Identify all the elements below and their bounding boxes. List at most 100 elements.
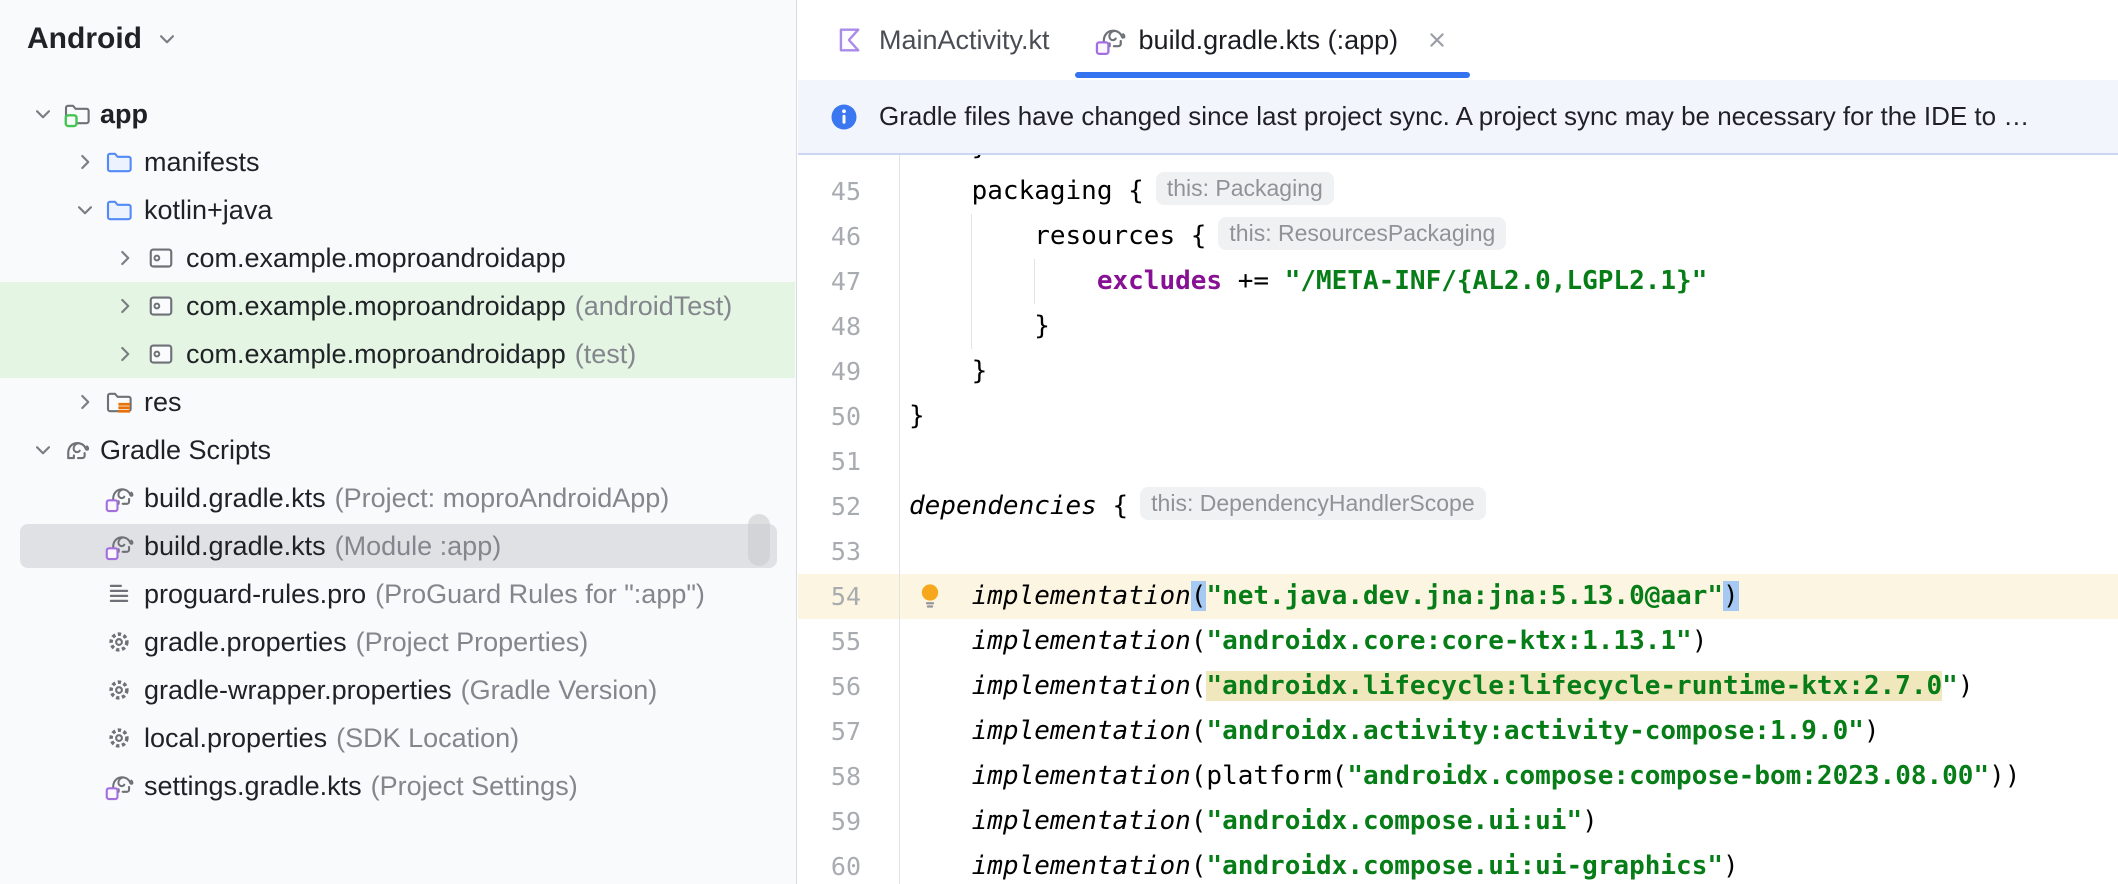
tree-item-com-example-moproandroidapp-androidtest[interactable]: com.example.moproandroidapp (androidTest) <box>0 282 795 330</box>
project-tool-window: Android app manifests kotlin+java com.examp… <box>0 0 797 884</box>
tree-item-build-gradle-kts-module-app[interactable]: build.gradle.kts (Module :app) <box>0 522 795 570</box>
line-number[interactable]: 49 <box>798 349 899 394</box>
code-segment: } <box>909 356 988 386</box>
gradle-file-icon <box>104 531 134 561</box>
tree-item-gradle-scripts[interactable]: Gradle Scripts <box>0 426 795 474</box>
chevron-right-icon[interactable] <box>72 149 98 175</box>
chevron-right-icon[interactable] <box>112 245 138 271</box>
code-line-text: implementation("androidx.compose.ui:ui-g… <box>909 844 1739 884</box>
chevron-down-icon[interactable] <box>30 437 56 463</box>
code-line-46[interactable]: 46 resources {this: ResourcesPackaging <box>798 214 2118 259</box>
tree-item-label: build.gradle.kts (Project: moproAndroidAp… <box>144 483 670 513</box>
line-number[interactable]: 45 <box>798 169 899 214</box>
code-line-60[interactable]: 60 implementation("androidx.compose.ui:u… <box>798 844 2118 884</box>
code-line-58[interactable]: 58 implementation(platform("androidx.com… <box>798 754 2118 799</box>
tree-item-label: proguard-rules.pro (ProGuard Rules for ":… <box>144 579 705 609</box>
code-line-51[interactable]: 51 <box>798 439 2118 484</box>
tree-item-build-gradle-kts-project-moproandroidapp[interactable]: build.gradle.kts (Project: moproAndroidAp… <box>0 474 795 522</box>
code-line-45[interactable]: 45 packaging {this: Packaging <box>798 169 2118 214</box>
line-number[interactable]: 57 <box>798 709 899 754</box>
code-line-56[interactable]: 56 implementation("androidx.lifecycle:li… <box>798 664 2118 709</box>
line-number[interactable]: 51 <box>798 439 899 484</box>
chevron-right-icon[interactable] <box>72 389 98 415</box>
code-segment: excludes <box>1096 266 1223 296</box>
tree-item-res[interactable]: res <box>0 378 795 426</box>
tree-item-label: settings.gradle.kts (Project Settings) <box>144 771 578 801</box>
chevron-right-icon[interactable] <box>112 293 138 319</box>
code-line-57[interactable]: 57 implementation("androidx.activity:act… <box>798 709 2118 754</box>
tree-item-settings-gradle-kts-project-settings[interactable]: settings.gradle.kts (Project Settings) <box>0 762 795 810</box>
code-segment: { <box>1096 491 1129 521</box>
code-line-text: } <box>909 349 988 394</box>
gradle-file-icon <box>1094 24 1126 56</box>
code-line-59[interactable]: 59 implementation("androidx.compose.ui:u… <box>798 799 2118 844</box>
code-segment: } <box>909 155 988 161</box>
line-number[interactable]: 52 <box>798 484 899 529</box>
tree-item-com-example-moproandroidapp[interactable]: com.example.moproandroidapp <box>0 234 795 282</box>
code-line-50[interactable]: 50} <box>798 394 2118 439</box>
editor-tab-bar: MainActivity.kt build.gradle.kts (:app) <box>798 0 2118 80</box>
code-line-text: implementation("androidx.core:core-ktx:1… <box>909 619 1708 664</box>
code-line-44[interactable]: 44 } <box>798 155 2118 169</box>
code-line-text: excludes += "/META-INF/{AL2.0,LGPL2.1}" <box>909 259 1708 304</box>
line-number[interactable]: 53 <box>798 529 899 574</box>
code-segment: implementation <box>971 581 1191 611</box>
code-line-52[interactable]: 52 dependencies {this: DependencyHandlerS… <box>798 484 2118 529</box>
code-line-text: implementation("androidx.activity:activi… <box>909 709 1880 754</box>
close-icon[interactable] <box>1423 26 1451 54</box>
tree-item-com-example-moproandroidapp-test[interactable]: com.example.moproandroidapp (test) <box>0 330 795 378</box>
code-line-55[interactable]: 55 implementation("androidx.core:core-kt… <box>798 619 2118 664</box>
tree-item-proguard-rules-pro-proguard-rules-for-app[interactable]: proguard-rules.pro (ProGuard Rules for ":… <box>0 570 795 618</box>
code-line-54[interactable]: 54 implementation("net.java.dev.jna:jna:… <box>798 574 2118 619</box>
line-number[interactable]: 59 <box>798 799 899 844</box>
tree-item-local-properties-sdk-location[interactable]: local.properties (SDK Location) <box>0 714 795 762</box>
code-segment: (platform( <box>1190 761 1348 791</box>
code-segment: "androidx.compose:compose-bom:2023.08.00… <box>1347 761 1990 791</box>
line-number[interactable]: 60 <box>798 844 899 884</box>
text-file-icon <box>104 579 134 609</box>
chevron-down-icon[interactable] <box>30 101 56 127</box>
tree-scrollbar-thumb[interactable] <box>748 514 770 566</box>
folder-icon <box>104 147 134 177</box>
gear-icon <box>104 723 134 753</box>
code-segment: ) <box>1582 806 1598 836</box>
tab-build-gradle-kts-app[interactable]: build.gradle.kts (:app) <box>1072 0 1474 80</box>
line-number[interactable]: 54 <box>798 574 899 619</box>
inlay-hint: this: DependencyHandlerScope <box>1140 487 1486 520</box>
project-tree: app manifests kotlin+java com.example.mopro… <box>0 90 795 810</box>
code-segment: ( <box>1190 716 1207 746</box>
code-line-47[interactable]: 47 excludes += "/META-INF/{AL2.0,LGPL2.1… <box>798 259 2118 304</box>
project-view-selector[interactable]: Android <box>27 22 180 56</box>
gradle-file-icon <box>104 771 134 801</box>
android-module-folder-icon <box>62 99 92 129</box>
code-line-53[interactable]: 53 <box>798 529 2118 574</box>
line-number[interactable]: 47 <box>798 259 899 304</box>
inlay-hint: this: ResourcesPackaging <box>1218 217 1507 250</box>
line-number[interactable]: 56 <box>798 664 899 709</box>
tree-item-gradle-properties-project-properties[interactable]: gradle.properties (Project Properties) <box>0 618 795 666</box>
line-number[interactable]: 50 <box>798 394 899 439</box>
tree-item-manifests[interactable]: manifests <box>0 138 795 186</box>
tree-item-app[interactable]: app <box>0 90 795 138</box>
tree-item-kotlin-java[interactable]: kotlin+java <box>0 186 795 234</box>
line-number[interactable]: 55 <box>798 619 899 664</box>
chevron-down-icon[interactable] <box>72 197 98 223</box>
code-segment: " <box>1942 671 1958 701</box>
code-line-49[interactable]: 49 } <box>798 349 2118 394</box>
code-line-48[interactable]: 48 } <box>798 304 2118 349</box>
line-number[interactable]: 58 <box>798 754 899 799</box>
code-line-text: } <box>909 304 1050 349</box>
line-number[interactable]: 44 <box>798 155 899 169</box>
tab-mainactivity-kt[interactable]: MainActivity.kt <box>812 0 1072 80</box>
tree-item-label: kotlin+java <box>144 195 273 225</box>
chevron-right-icon[interactable] <box>112 341 138 367</box>
tree-item-label: gradle-wrapper.properties (Gradle Version… <box>144 675 658 705</box>
code-editor[interactable]: 44 }45 packaging {this: Packaging46 reso… <box>798 155 2118 884</box>
line-number[interactable]: 48 <box>798 304 899 349</box>
tree-item-gradle-wrapper-properties-gradle-version[interactable]: gradle-wrapper.properties (Gradle Version… <box>0 666 795 714</box>
line-number[interactable]: 46 <box>798 214 899 259</box>
code-segment: += <box>1222 266 1285 296</box>
tree-item-label: res <box>144 387 182 417</box>
code-segment: implementation <box>971 761 1191 791</box>
